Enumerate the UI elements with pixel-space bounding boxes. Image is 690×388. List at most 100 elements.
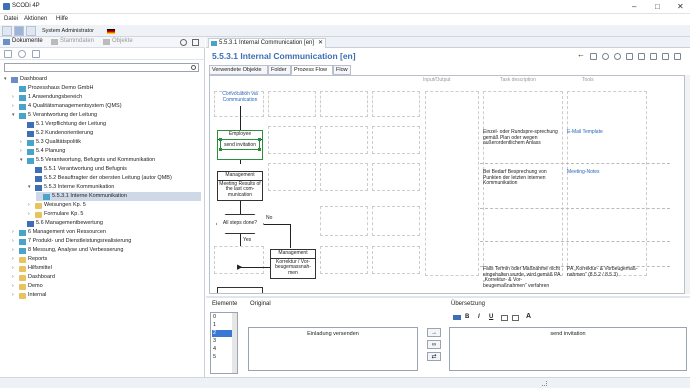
tree-item[interactable]: › Internal xyxy=(12,291,201,300)
save-icon[interactable] xyxy=(590,53,597,60)
tree-item[interactable]: ▾ 5.5 Verantwortung, Befugnis und Kommuni… xyxy=(20,156,201,165)
list-item[interactable]: 1 xyxy=(212,322,232,329)
tab-master-data[interactable]: Stammdaten xyxy=(50,38,94,47)
font-color-icon[interactable]: A xyxy=(526,313,531,320)
tool-email-template[interactable]: E-Mail Template xyxy=(567,129,647,136)
folder-icon[interactable] xyxy=(4,50,12,58)
edit-mode-icon[interactable] xyxy=(14,26,24,36)
tree-item[interactable]: 5.6 Managementbewertung xyxy=(20,219,201,228)
home-icon[interactable] xyxy=(2,26,12,36)
list-scrollbar[interactable] xyxy=(232,313,237,373)
selected-task[interactable]: send invitation xyxy=(220,139,260,150)
tree-item[interactable]: ▾ 5 Verantwortung der Leitung xyxy=(12,111,201,120)
bold-button[interactable]: B xyxy=(465,314,469,320)
original-text-field[interactable]: Einladung versenden xyxy=(248,327,418,371)
expand-icon[interactable]: ▾ xyxy=(20,156,26,165)
tree-item[interactable]: › 5.3 Qualitätspolitik xyxy=(20,138,201,147)
minimize-button[interactable]: – xyxy=(632,2,636,11)
tree-item[interactable]: › Hilfsmittel xyxy=(12,264,201,273)
expand-icon[interactable]: › xyxy=(12,273,18,282)
tree-item[interactable]: › 4 Qualitätsmanagementsystem (QMS) xyxy=(12,102,201,111)
resize-grip-icon[interactable] xyxy=(542,381,547,386)
document-tab[interactable]: 5.5.3.1 Internal Communication [en] ✕ xyxy=(208,38,326,48)
splitter[interactable] xyxy=(206,296,690,298)
delete-icon[interactable] xyxy=(674,53,681,60)
resize-handle[interactable] xyxy=(219,148,222,151)
expand-icon[interactable]: › xyxy=(12,255,18,264)
resize-handle[interactable] xyxy=(258,138,261,141)
tree-item[interactable]: › 6 Management von Ressourcen xyxy=(12,228,201,237)
tree-item[interactable]: ▾ Dashboard xyxy=(4,75,201,84)
expand-icon[interactable]: › xyxy=(20,147,26,156)
underline-button[interactable]: U xyxy=(489,314,493,320)
tree-item[interactable]: ▾ 5.5.3 Interne Kommunikation xyxy=(28,183,201,192)
expand-icon[interactable]: ▾ xyxy=(12,111,18,120)
tree-item[interactable]: 5.1 Verpflichtung der Leitung xyxy=(20,120,201,129)
expand-icon[interactable]: › xyxy=(28,201,34,210)
tree-item[interactable]: › 8 Messung, Analyse und Verbesserung xyxy=(12,246,201,255)
list-numbers-icon[interactable] xyxy=(512,315,519,321)
expand-icon[interactable]: › xyxy=(12,93,18,102)
link-button[interactable]: ∞ xyxy=(427,340,441,349)
resize-handle[interactable] xyxy=(219,138,222,141)
tab-documents[interactable]: Dokumente xyxy=(2,38,43,47)
expand-icon[interactable]: › xyxy=(28,210,34,219)
start-event[interactable]: Convocation via Communication xyxy=(218,91,262,103)
list-bullets-icon[interactable] xyxy=(501,315,508,321)
menu-hilfe[interactable]: Hilfe xyxy=(56,16,68,22)
tree-item[interactable]: 5.2 Kundenorientierung xyxy=(20,129,201,138)
expand-icon[interactable]: ▾ xyxy=(28,183,34,192)
tree-item[interactable]: › 7 Produkt- und Dienstleistungsrealisier… xyxy=(12,237,201,246)
expand-icon[interactable]: › xyxy=(12,264,18,273)
copy-arrow-button[interactable]: → xyxy=(427,328,441,337)
tree-item[interactable]: 5.5.3.1 Interne Kommunikation xyxy=(36,192,201,201)
translate-button[interactable]: ⇄ xyxy=(427,352,441,361)
list-item[interactable]: 0 xyxy=(212,314,232,321)
tab-objects[interactable]: Objekte xyxy=(102,38,133,47)
expand-icon[interactable]: › xyxy=(12,237,18,246)
check-icon[interactable] xyxy=(614,53,621,60)
list-item[interactable]: 3 xyxy=(212,338,232,345)
search-input[interactable] xyxy=(4,63,199,72)
list-item[interactable]: 4 xyxy=(212,346,232,353)
close-tab-icon[interactable]: ✕ xyxy=(318,39,323,48)
tree-item[interactable]: › Reports xyxy=(12,255,201,264)
management-activity-2[interactable]: Management Korrektur / Vor-beugemassnah-m… xyxy=(270,249,316,279)
menu-datei[interactable]: Datei xyxy=(4,16,18,22)
tree-item[interactable]: › Weisungen Kp. 5 xyxy=(28,201,201,210)
tree-item[interactable]: › 1 Anwendungsbereich xyxy=(12,93,201,102)
tree-item[interactable]: › Formulare Kp. 5 xyxy=(28,210,201,219)
share-icon[interactable] xyxy=(662,53,669,60)
refresh-icon[interactable] xyxy=(180,39,187,46)
tree-item[interactable]: 5.5.2 Beauftragter der obersten Leitung … xyxy=(28,174,201,183)
canvas-scrollbar[interactable] xyxy=(685,75,690,294)
menu-aktionen[interactable]: Aktionen xyxy=(24,16,47,22)
expand-icon[interactable]: › xyxy=(20,138,26,147)
italic-button[interactable]: I xyxy=(478,314,480,320)
maximize-button[interactable]: □ xyxy=(655,2,660,11)
tab-folder[interactable]: Folder xyxy=(268,65,291,75)
list-item-selected[interactable]: 2 xyxy=(212,330,232,337)
list-item[interactable]: 5 xyxy=(212,354,232,361)
tag-icon[interactable] xyxy=(626,53,633,60)
tab-used-objects[interactable]: Verwendete Objekte xyxy=(209,65,268,75)
expand-icon[interactable]: › xyxy=(12,291,18,300)
tree-item[interactable]: › Demo xyxy=(12,282,201,291)
expand-icon[interactable]: › xyxy=(12,228,18,237)
management-activity[interactable]: Management Meeting Results of the last co… xyxy=(217,171,263,201)
collapse-icon[interactable] xyxy=(192,39,199,46)
refresh-doc-icon[interactable] xyxy=(602,53,609,60)
expand-icon[interactable]: › xyxy=(12,282,18,291)
user-filter-icon[interactable] xyxy=(32,50,40,58)
monitor-icon[interactable] xyxy=(650,53,657,60)
format-toolbar-icon[interactable] xyxy=(453,315,461,320)
resize-handle[interactable] xyxy=(258,148,261,151)
expand-icon[interactable]: ▾ xyxy=(4,75,10,84)
search-icon[interactable] xyxy=(18,50,26,58)
process-flow-canvas[interactable]: Input/Output Task description Tools Conv… xyxy=(209,75,685,294)
tab-flow[interactable]: Flow xyxy=(333,65,351,75)
list-icon[interactable] xyxy=(26,26,36,36)
expand-icon[interactable]: › xyxy=(12,246,18,255)
tree-item[interactable]: 5.5.1 Verantwortung und Befugnis xyxy=(28,165,201,174)
translation-text-field[interactable]: send invitation xyxy=(449,327,687,371)
